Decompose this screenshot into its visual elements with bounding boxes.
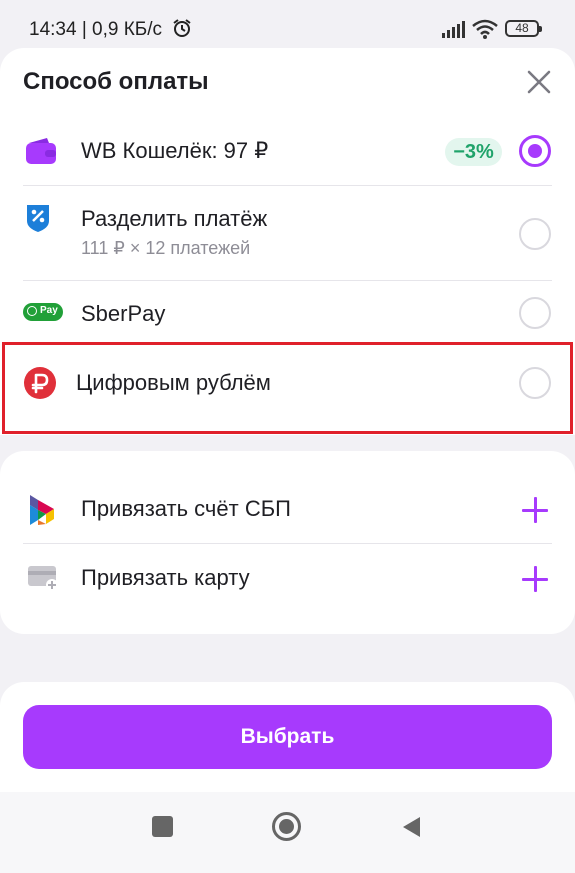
- radio-wb-wallet[interactable]: [519, 135, 551, 167]
- add-label: Привязать счёт СБП: [81, 496, 291, 521]
- add-card-row[interactable]: Привязать карту: [0, 544, 575, 634]
- option-label: Разделить платёж: [81, 206, 268, 231]
- select-button[interactable]: Выбрать: [23, 705, 552, 769]
- recent-apps-icon[interactable]: [152, 816, 173, 837]
- back-icon[interactable]: [400, 815, 422, 839]
- sberpay-icon-text: Pay: [40, 305, 58, 316]
- option-label: SberPay: [81, 301, 166, 326]
- close-icon[interactable]: [523, 66, 555, 98]
- split-payment-icon: [27, 205, 49, 232]
- sbp-icon: [30, 495, 54, 525]
- system-nav-bar: [0, 792, 575, 873]
- digital-ruble-icon: [24, 367, 56, 399]
- option-sublabel: 111 ₽ × 12 платежей: [81, 238, 251, 258]
- add-label: Привязать карту: [81, 565, 250, 590]
- add-methods-card: Привязать счёт СБП Привязать карту: [0, 451, 575, 634]
- battery-icon: 48: [505, 20, 542, 37]
- wifi-icon: [472, 19, 498, 39]
- card-add-icon: [28, 566, 58, 591]
- bottom-action-panel: Выбрать: [0, 682, 575, 792]
- option-label: WB Кошелёк: 97 ₽: [81, 138, 269, 163]
- sberpay-icon: Pay: [23, 303, 63, 321]
- alarm-icon: [173, 19, 191, 37]
- radio-digital-ruble[interactable]: [519, 367, 551, 399]
- home-icon[interactable]: [272, 812, 301, 841]
- option-label: Цифровым рублём: [76, 370, 271, 395]
- signal-icon: [442, 21, 465, 38]
- status-time-and-speed: 14:34 | 0,9 КБ/с: [29, 19, 163, 40]
- divider: [23, 280, 552, 281]
- radio-split-payment[interactable]: [519, 218, 551, 250]
- discount-badge: −3%: [445, 138, 502, 166]
- wallet-icon: [26, 138, 56, 164]
- divider: [23, 185, 552, 186]
- plus-icon[interactable]: [522, 566, 548, 592]
- status-bar: 14:34 | 0,9 КБ/с 48: [0, 0, 575, 48]
- add-sbp-row[interactable]: Привязать счёт СБП: [0, 451, 575, 543]
- radio-sberpay[interactable]: [519, 297, 551, 329]
- plus-icon[interactable]: [522, 497, 548, 523]
- sheet-title: Способ оплаты: [23, 68, 209, 95]
